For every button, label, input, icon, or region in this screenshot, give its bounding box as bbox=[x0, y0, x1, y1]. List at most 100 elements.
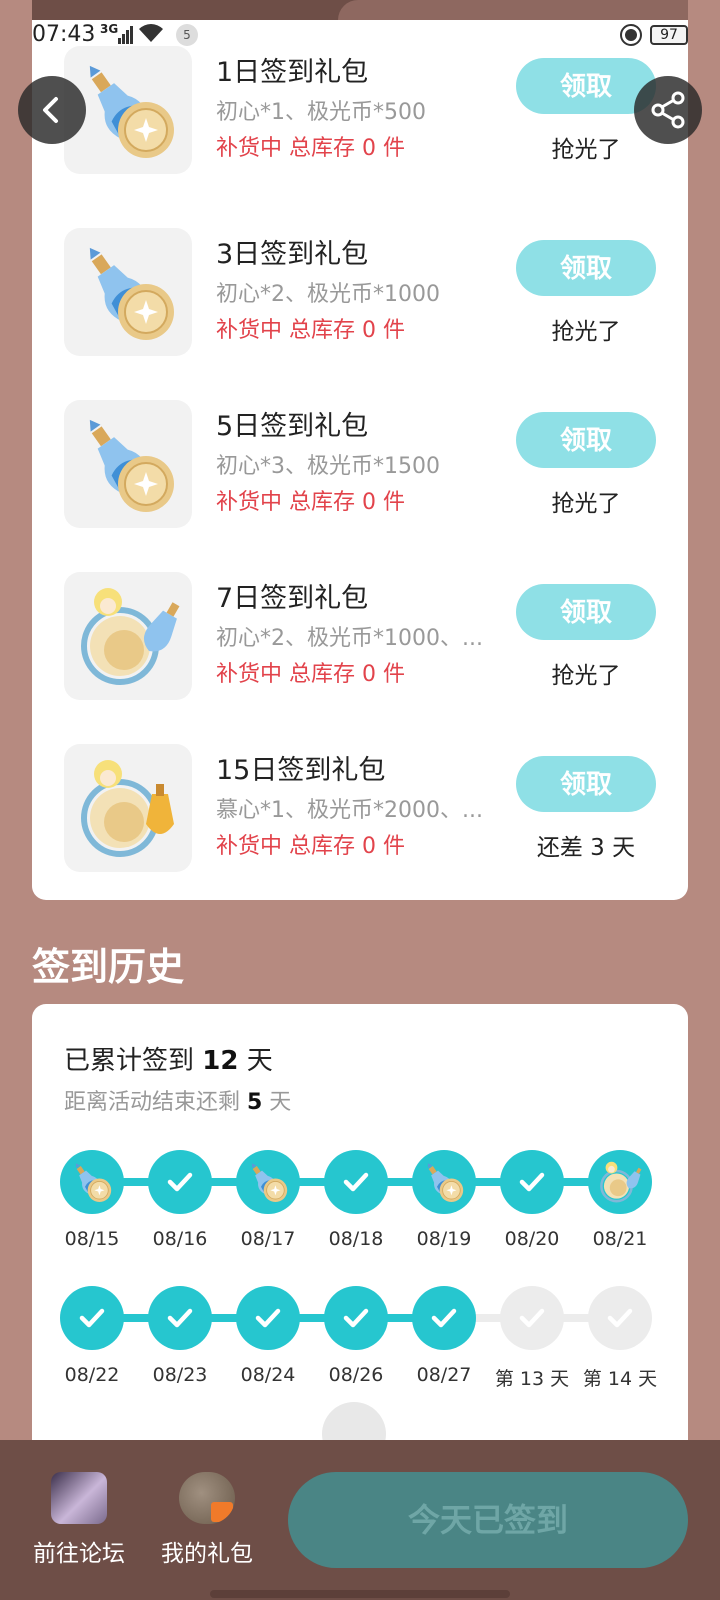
day-label: 08/17 bbox=[240, 1228, 296, 1250]
checkin-day: 08/17 bbox=[236, 1150, 300, 1250]
remain-prefix: 距离活动结束还剩 bbox=[64, 1090, 247, 1115]
day-label: 08/15 bbox=[64, 1228, 120, 1250]
gift-status: 还差 3 天 bbox=[536, 835, 636, 861]
gift-box-icon bbox=[179, 1472, 235, 1524]
check-icon bbox=[500, 1150, 564, 1214]
checkin-day: 08/18 bbox=[324, 1150, 388, 1250]
home-indicator bbox=[210, 1590, 510, 1598]
check-icon bbox=[500, 1286, 564, 1350]
potion-coin-icon bbox=[412, 1150, 476, 1214]
gift-row: 15日签到礼包 慕心*1、极光币*2000、... 补货中 总库存 0 件 领取… bbox=[32, 734, 688, 910]
check-icon bbox=[236, 1286, 300, 1350]
checkin-day: 08/24 bbox=[236, 1286, 300, 1386]
checkin-history-card: 已累计签到 12 天 距离活动结束还剩 5 天 08/15 08/16 08/1… bbox=[32, 1004, 688, 1466]
status-time: 07:43 bbox=[32, 22, 96, 47]
frame-potion-icon bbox=[64, 572, 192, 700]
check-icon bbox=[148, 1150, 212, 1214]
checkin-day: 第 13 天 bbox=[495, 1286, 569, 1391]
gift-title: 5日签到礼包 bbox=[216, 411, 369, 442]
total-prefix: 已累计签到 bbox=[64, 1046, 203, 1076]
gift-stock: 补货中 总库存 0 件 bbox=[216, 662, 405, 687]
gift-stock: 补货中 总库存 0 件 bbox=[216, 318, 405, 343]
frame-potion-icon bbox=[588, 1150, 652, 1214]
claim-button[interactable]: 领取 bbox=[516, 756, 656, 812]
back-button[interactable] bbox=[18, 76, 86, 144]
remain-suffix: 天 bbox=[262, 1090, 292, 1115]
forum-button[interactable]: 前往论坛 bbox=[24, 1472, 134, 1568]
share-icon bbox=[651, 91, 685, 129]
gift-status: 抢光了 bbox=[551, 319, 621, 345]
gift-contents: 初心*1、极光币*500 bbox=[216, 100, 426, 125]
day-label: 08/23 bbox=[152, 1364, 208, 1386]
potion-coin-icon bbox=[60, 1150, 124, 1214]
notification-badge: 5 bbox=[176, 24, 198, 46]
chevron-left-icon bbox=[43, 97, 58, 123]
gift-stock: 补货中 总库存 0 件 bbox=[216, 834, 405, 859]
signal-icon bbox=[118, 26, 133, 44]
check-icon bbox=[60, 1286, 124, 1350]
potion-coin-icon bbox=[64, 400, 192, 528]
day-label: 第 14 天 bbox=[582, 1368, 658, 1390]
potion-coin-icon bbox=[64, 228, 192, 356]
claim-button[interactable]: 领取 bbox=[516, 240, 656, 296]
checkin-day: 08/19 bbox=[412, 1150, 476, 1250]
day-label: 第 13 天 bbox=[494, 1368, 570, 1390]
day-label: 08/18 bbox=[328, 1228, 384, 1250]
gift-row: 7日签到礼包 初心*2、极光币*1000、... 补货中 总库存 0 件 领取 … bbox=[32, 562, 688, 738]
check-icon bbox=[324, 1150, 388, 1214]
day-label: 08/27 bbox=[416, 1364, 472, 1386]
gift-title: 3日签到礼包 bbox=[216, 239, 369, 270]
checkin-day: 08/15 bbox=[60, 1150, 124, 1250]
checkin-day: 08/20 bbox=[500, 1150, 564, 1250]
check-icon bbox=[588, 1286, 652, 1350]
checkin-day: 08/16 bbox=[148, 1150, 212, 1250]
check-icon bbox=[412, 1286, 476, 1350]
check-icon bbox=[148, 1286, 212, 1350]
forum-label: 前往论坛 bbox=[33, 1541, 125, 1567]
gift-contents: 初心*3、极光币*1500 bbox=[216, 454, 440, 479]
gift-stock: 补货中 总库存 0 件 bbox=[216, 136, 405, 161]
gift-status: 抢光了 bbox=[551, 663, 621, 689]
gift-list-card: 1日签到礼包 初心*1、极光币*500 补货中 总库存 0 件 领取 抢光了 3… bbox=[32, 20, 688, 900]
day-label: 08/19 bbox=[416, 1228, 472, 1250]
checkin-day: 08/23 bbox=[148, 1286, 212, 1386]
do-not-disturb-icon bbox=[620, 24, 642, 46]
total-days: 12 bbox=[202, 1046, 239, 1076]
gift-row: 3日签到礼包 初心*2、极光币*1000 补货中 总库存 0 件 领取 抢光了 bbox=[32, 218, 688, 394]
total-checkin-text: 已累计签到 12 天 bbox=[64, 1040, 273, 1077]
battery-icon: 97 bbox=[650, 25, 688, 45]
history-section-title: 签到历史 bbox=[32, 945, 185, 989]
total-suffix: 天 bbox=[238, 1046, 273, 1076]
day-label: 08/20 bbox=[504, 1228, 560, 1250]
forum-avatar-icon bbox=[51, 1472, 107, 1524]
wifi-icon bbox=[138, 22, 164, 50]
day-label: 08/22 bbox=[64, 1364, 120, 1386]
gift-title: 7日签到礼包 bbox=[216, 583, 369, 614]
gift-status: 抢光了 bbox=[551, 137, 621, 163]
day-label: 08/24 bbox=[240, 1364, 296, 1386]
checkin-day: 08/26 bbox=[324, 1286, 388, 1386]
day-label: 08/21 bbox=[592, 1228, 648, 1250]
my-gifts-label: 我的礼包 bbox=[161, 1541, 253, 1567]
gift-contents: 初心*2、极光币*1000、... bbox=[216, 626, 483, 651]
network-type: 3G bbox=[100, 22, 119, 36]
claim-button[interactable]: 领取 bbox=[516, 412, 656, 468]
share-button[interactable] bbox=[634, 76, 702, 144]
checkin-day: 08/22 bbox=[60, 1286, 124, 1386]
gift-status: 抢光了 bbox=[551, 491, 621, 517]
checkin-day: 第 14 天 bbox=[583, 1286, 657, 1391]
check-icon bbox=[324, 1286, 388, 1350]
day-label: 08/26 bbox=[328, 1364, 384, 1386]
potion-coin-icon bbox=[236, 1150, 300, 1214]
my-gifts-button[interactable]: 我的礼包 bbox=[152, 1472, 262, 1568]
claim-button[interactable]: 领取 bbox=[516, 584, 656, 640]
day-label: 08/16 bbox=[152, 1228, 208, 1250]
checkin-button[interactable]: 今天已签到 bbox=[288, 1472, 688, 1568]
gift-contents: 初心*2、极光币*1000 bbox=[216, 282, 440, 307]
gift-title: 15日签到礼包 bbox=[216, 755, 386, 786]
checkin-day: 08/27 bbox=[412, 1286, 476, 1386]
gift-contents: 慕心*1、极光币*2000、... bbox=[216, 798, 483, 823]
gift-stock: 补货中 总库存 0 件 bbox=[216, 490, 405, 515]
frame-lantern-icon bbox=[64, 744, 192, 872]
gift-row: 5日签到礼包 初心*3、极光币*1500 补货中 总库存 0 件 领取 抢光了 bbox=[32, 390, 688, 566]
